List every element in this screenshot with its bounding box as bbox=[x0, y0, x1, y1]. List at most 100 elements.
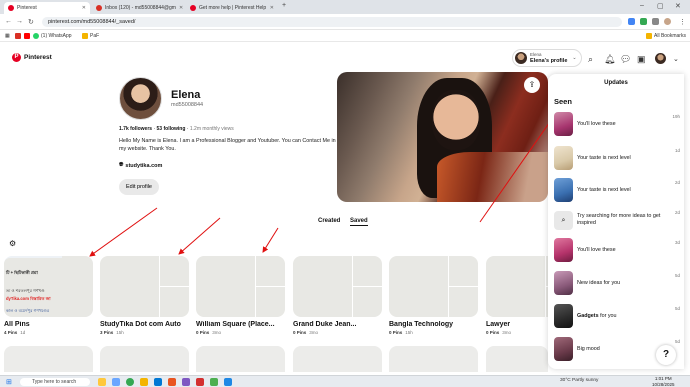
board-card[interactable] bbox=[196, 346, 285, 372]
annotation-arrow bbox=[89, 207, 158, 257]
filter-icon[interactable]: ⚙︎ bbox=[9, 239, 16, 248]
board-card[interactable]: টি + ছিটিকাকী প্রশ্না ত্য ও শরতলপুর গণখণ… bbox=[4, 256, 93, 335]
update-item[interactable]: Your taste is next level 1d bbox=[554, 146, 680, 170]
reload-icon[interactable]: ↻ bbox=[28, 18, 34, 26]
update-item[interactable]: New ideas for you 5d bbox=[554, 271, 680, 295]
weather-widget[interactable]: 30°C Partly sunny bbox=[560, 378, 598, 383]
website-link[interactable]: studytika.com bbox=[125, 163, 162, 169]
close-tab-icon[interactable]: ✕ bbox=[267, 5, 274, 11]
back-icon[interactable]: ← bbox=[5, 18, 12, 25]
bookmark-paf[interactable]: PaF bbox=[82, 33, 99, 39]
board-card[interactable] bbox=[100, 346, 189, 372]
edge-icon[interactable] bbox=[154, 378, 162, 386]
board-meta: 0 Pins 3mo bbox=[293, 330, 382, 335]
all-bookmarks[interactable]: All Bookmarks bbox=[646, 33, 686, 39]
tab-pinterest[interactable]: Pinterest ✕ bbox=[4, 2, 90, 14]
youtube-bookmark-icon[interactable] bbox=[24, 33, 30, 39]
board-card[interactable] bbox=[389, 346, 478, 372]
taskbar-clock[interactable]: 1:01 PM 10/28/2025 bbox=[652, 376, 675, 387]
pinterest-logo[interactable]: P Pinterest bbox=[12, 53, 52, 62]
file-explorer-icon[interactable] bbox=[140, 378, 148, 386]
copilot-icon[interactable] bbox=[98, 378, 106, 386]
extension-icon[interactable] bbox=[640, 18, 647, 25]
board-card[interactable]: Bangla Technology 0 Pins 15h bbox=[389, 256, 478, 335]
user-avatar-icon[interactable] bbox=[655, 53, 666, 64]
app-icon[interactable] bbox=[224, 378, 232, 386]
chrome-taskbar-icon[interactable] bbox=[126, 378, 134, 386]
following-count[interactable]: 53 following bbox=[157, 126, 186, 132]
update-item[interactable]: Gadgets for you 5d bbox=[554, 304, 680, 328]
close-tab-icon[interactable]: ✕ bbox=[176, 5, 183, 11]
taskbar-search-input[interactable]: Type here to search bbox=[20, 378, 90, 386]
search-icon[interactable]: ⌕ bbox=[588, 54, 593, 65]
bookmark-label: PaF bbox=[90, 33, 100, 39]
new-tab-icon[interactable]: + bbox=[282, 2, 286, 9]
minimize-icon[interactable]: – bbox=[640, 2, 644, 9]
board-card[interactable] bbox=[4, 346, 93, 372]
board-card[interactable]: StudyTika Dot com Auto 3 Pins 15h bbox=[100, 256, 189, 335]
profile-website[interactable]: 🌐︎ studytika.com bbox=[119, 162, 162, 169]
board-time: 3mo bbox=[212, 330, 222, 335]
url-field[interactable]: pinterest.com/md55008844/_saved/ bbox=[42, 17, 622, 27]
close-window-icon[interactable]: ✕ bbox=[675, 2, 681, 10]
account-chevron-icon[interactable]: ⌄ bbox=[673, 55, 679, 63]
board-pin-count: 0 Pins bbox=[486, 330, 500, 335]
extension-icon[interactable] bbox=[628, 18, 635, 25]
update-item[interactable]: You'll love these 3d bbox=[554, 238, 680, 262]
update-time: 5d bbox=[674, 273, 680, 278]
update-text-bold: Gadgets bbox=[577, 312, 599, 319]
windows-start-icon[interactable]: ⊞ bbox=[6, 378, 12, 386]
update-thumbnail bbox=[554, 271, 573, 295]
globe-icon: 🌐︎ bbox=[119, 162, 124, 168]
board-card[interactable] bbox=[486, 346, 548, 372]
board-card[interactable]: Grand Duke Jean... 0 Pins 3mo bbox=[293, 256, 382, 335]
edit-profile-button[interactable]: Edit profile bbox=[119, 179, 159, 195]
tab-gmail[interactable]: Inbox (120) - md55008844@gm ✕ bbox=[92, 2, 184, 14]
tab-label: Inbox (120) - md55008844@gm bbox=[105, 5, 176, 11]
close-tab-icon[interactable]: ✕ bbox=[79, 5, 86, 11]
update-item[interactable]: ⌕ Try searching for more ideas to get in… bbox=[554, 208, 680, 232]
update-item[interactable]: Your taste is next level 2d bbox=[554, 178, 680, 202]
tab-saved[interactable]: Saved bbox=[350, 218, 368, 226]
notifications-bell-icon[interactable]: 🔔︎ bbox=[604, 54, 615, 65]
maximize-icon[interactable]: ▢ bbox=[657, 2, 664, 10]
clock-time: 1:01 PM bbox=[654, 376, 672, 381]
task-view-icon[interactable] bbox=[112, 378, 120, 386]
profile-avatar[interactable] bbox=[119, 77, 162, 120]
tab-pinterest-help[interactable]: Get more help | Pinterest Help ✕ bbox=[186, 2, 278, 14]
update-thumbnail bbox=[554, 146, 573, 170]
board-card[interactable] bbox=[293, 346, 382, 372]
profile-name: Elena bbox=[171, 89, 201, 101]
update-item[interactable]: You'll love these 19h bbox=[554, 112, 680, 136]
browser-profile-icon[interactable] bbox=[664, 18, 671, 25]
app-icon[interactable] bbox=[210, 378, 218, 386]
help-button[interactable]: ? bbox=[656, 345, 676, 365]
folder-icon bbox=[646, 33, 652, 39]
bookmark-whatsapp[interactable]: (1) WhatsApp bbox=[33, 33, 72, 39]
update-thumbnail bbox=[554, 178, 573, 202]
bookmark-label: All Bookmarks bbox=[654, 33, 686, 39]
business-icon[interactable]: ▣ bbox=[637, 54, 646, 65]
followers-count[interactable]: 1.7k followers bbox=[119, 126, 152, 132]
puzzle-icon[interactable] bbox=[652, 18, 659, 25]
forward-icon[interactable]: → bbox=[16, 18, 23, 25]
gmail-bookmark-icon[interactable] bbox=[15, 33, 21, 39]
board-thumbnail: টি + ছিটিকাকী প্রশ্না ত্য ও শরতলপুর গণখণ… bbox=[4, 256, 93, 317]
app-icon[interactable] bbox=[196, 378, 204, 386]
tab-label: Pinterest bbox=[17, 5, 37, 11]
bookmark-label: (1) WhatsApp bbox=[41, 33, 72, 39]
share-icon[interactable]: ⇪ bbox=[524, 77, 540, 93]
apps-icon[interactable]: ▦ bbox=[5, 33, 10, 39]
menu-icon[interactable]: ⋮ bbox=[679, 18, 686, 26]
address-bar-row: ← → ↻ pinterest.com/md55008844/_saved/ ⋮ bbox=[0, 14, 690, 30]
app-icon[interactable] bbox=[168, 378, 176, 386]
app-icon[interactable] bbox=[182, 378, 190, 386]
profile-switcher[interactable]: Elena Elena's profile ⌄ bbox=[512, 49, 582, 67]
messages-icon[interactable]: 💬︎ bbox=[620, 54, 631, 65]
board-time: 1d bbox=[20, 330, 26, 335]
tab-created[interactable]: Created bbox=[318, 218, 340, 224]
gmail-favicon-icon bbox=[96, 5, 102, 11]
board-card[interactable]: Lawyer 0 Pins 3mo bbox=[486, 256, 548, 335]
board-card[interactable]: William Square (Place... 0 Pins 3mo bbox=[196, 256, 285, 335]
board-meta: 4 Pins 1d bbox=[4, 330, 93, 335]
